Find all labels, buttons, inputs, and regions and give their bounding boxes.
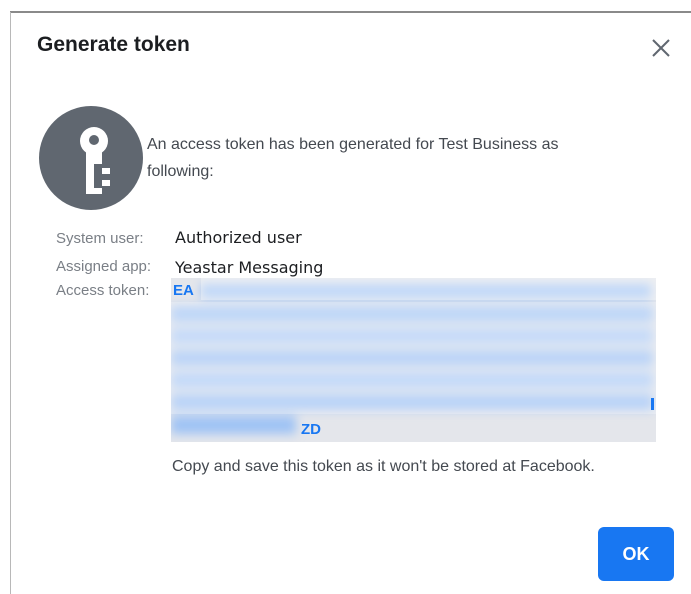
token-redaction-blur bbox=[171, 278, 656, 434]
copy-note: Copy and save this token as it won't be … bbox=[172, 458, 595, 475]
assigned-app-value: Yeastar Messaging bbox=[175, 258, 324, 277]
token-suffix: ZD bbox=[301, 421, 321, 438]
key-icon bbox=[39, 106, 143, 210]
intro-line-2: following: bbox=[147, 163, 214, 180]
access-token-box[interactable]: EA ZD bbox=[171, 278, 656, 442]
assigned-app-label: Assigned app: bbox=[56, 258, 152, 275]
system-user-value: Authorized user bbox=[175, 228, 302, 247]
intro-line-1: An access token has been generated for T… bbox=[147, 136, 559, 153]
system-user-label: System user: bbox=[56, 230, 144, 247]
token-prefix: EA bbox=[173, 282, 194, 299]
generate-token-dialog: Generate token An access token has been … bbox=[11, 13, 691, 594]
intro-message: An access token has been generated for T… bbox=[147, 131, 647, 185]
close-icon[interactable] bbox=[649, 36, 673, 60]
dialog-title: Generate token bbox=[37, 33, 190, 56]
access-token-label: Access token: bbox=[56, 282, 150, 299]
ok-button[interactable]: OK bbox=[598, 527, 674, 581]
